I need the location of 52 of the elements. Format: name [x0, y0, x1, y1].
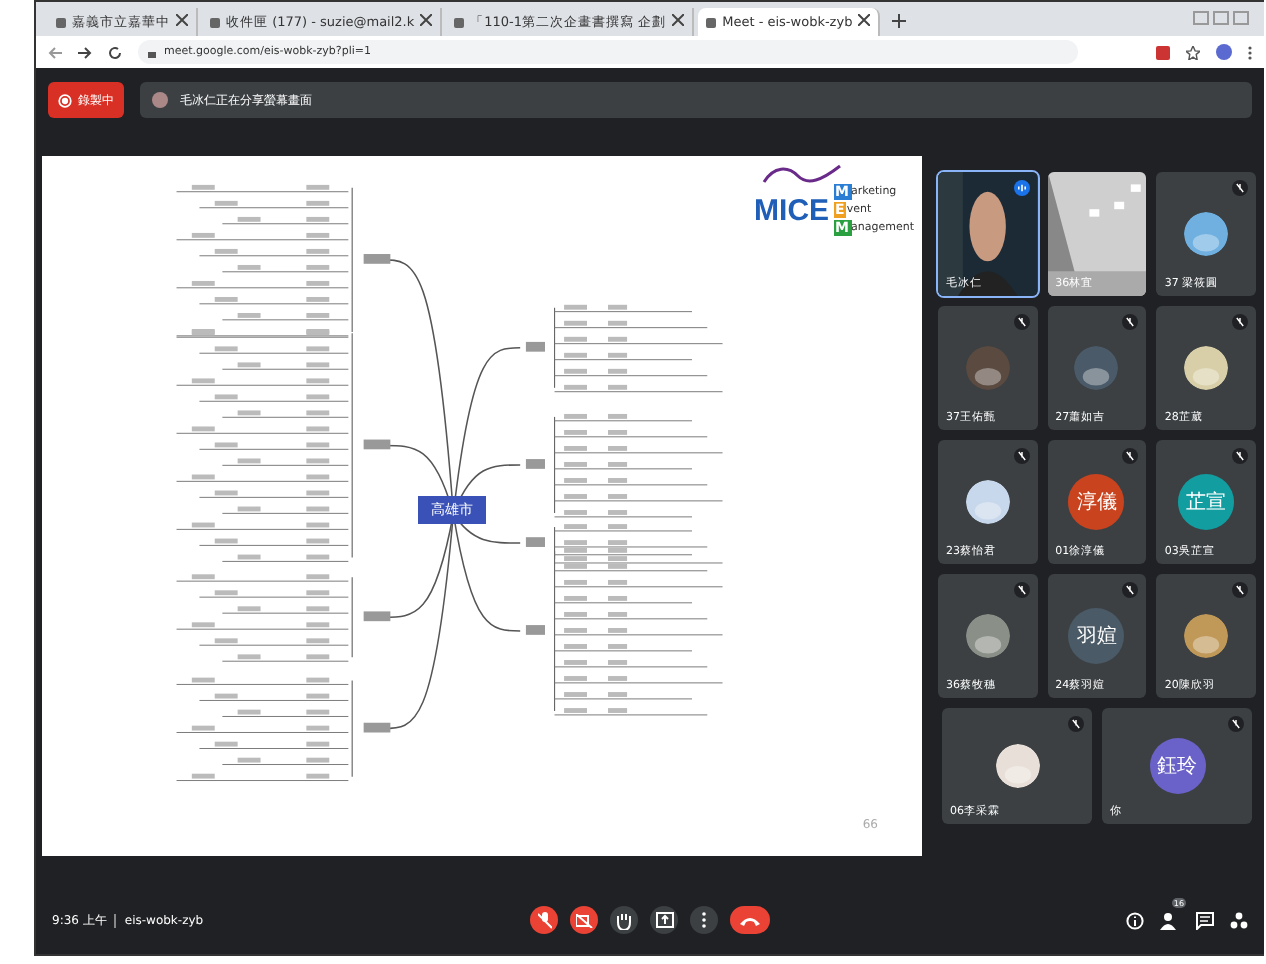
reload-icon[interactable] [108, 45, 122, 59]
camera-off-icon [575, 913, 593, 927]
close-icon[interactable] [176, 14, 188, 30]
chat-icon[interactable] [1196, 911, 1214, 929]
mic-off-icon [1013, 448, 1030, 464]
mic-off-icon [1013, 314, 1030, 330]
mic-off-icon [1232, 180, 1248, 196]
mic-off-icon [1232, 582, 1248, 598]
audio-indicator-icon [1013, 180, 1030, 196]
lock-icon [148, 47, 156, 57]
close-icon[interactable] [858, 14, 871, 30]
star-icon[interactable] [1186, 45, 1200, 59]
mic-off-icon [1232, 448, 1248, 464]
mic-off-icon [1013, 582, 1030, 598]
camera-off-button[interactable] [570, 906, 598, 934]
favicon-icon [706, 17, 717, 27]
mic-off-icon [1122, 448, 1139, 464]
close-icon[interactable] [672, 14, 685, 30]
more-options-button[interactable] [690, 906, 718, 934]
forward-icon[interactable] [78, 45, 92, 59]
hand-icon [616, 911, 632, 929]
avatar: 鈺玲 [1149, 738, 1205, 794]
favicon-icon [210, 17, 220, 27]
people-icon[interactable] [1160, 911, 1180, 929]
profile-avatar[interactable] [1216, 44, 1232, 60]
extension-icon[interactable] [1156, 45, 1170, 59]
mic-off-icon [1068, 716, 1084, 732]
new-tab-icon[interactable] [892, 14, 907, 28]
info-icon[interactable] [1126, 911, 1144, 929]
hang-up-icon [740, 915, 760, 925]
avatar: 淳儀 [1068, 474, 1125, 530]
avatar-icon [152, 92, 168, 108]
raise-hand-button[interactable] [610, 906, 638, 934]
present-button[interactable] [650, 906, 678, 934]
mic-off-button[interactable] [530, 906, 558, 934]
close-icon[interactable] [420, 14, 433, 30]
mic-off-icon [1122, 582, 1139, 598]
logo-text: MICE [754, 193, 830, 227]
mic-off-icon [1232, 314, 1248, 330]
avatar: 羽媗 [1068, 608, 1125, 664]
activities-icon[interactable] [1230, 911, 1248, 929]
swoosh-icon [762, 164, 843, 184]
mic-off-icon [1228, 716, 1244, 732]
favicon-icon [454, 17, 465, 27]
favicon-icon [56, 17, 66, 27]
avatar: 芷宣 [1178, 474, 1235, 530]
leave-call-button[interactable] [730, 906, 770, 934]
back-icon[interactable] [48, 45, 62, 59]
mic-off-icon [1122, 314, 1139, 330]
present-icon [655, 912, 673, 928]
record-icon [58, 93, 72, 107]
mic-off-icon [537, 911, 551, 929]
